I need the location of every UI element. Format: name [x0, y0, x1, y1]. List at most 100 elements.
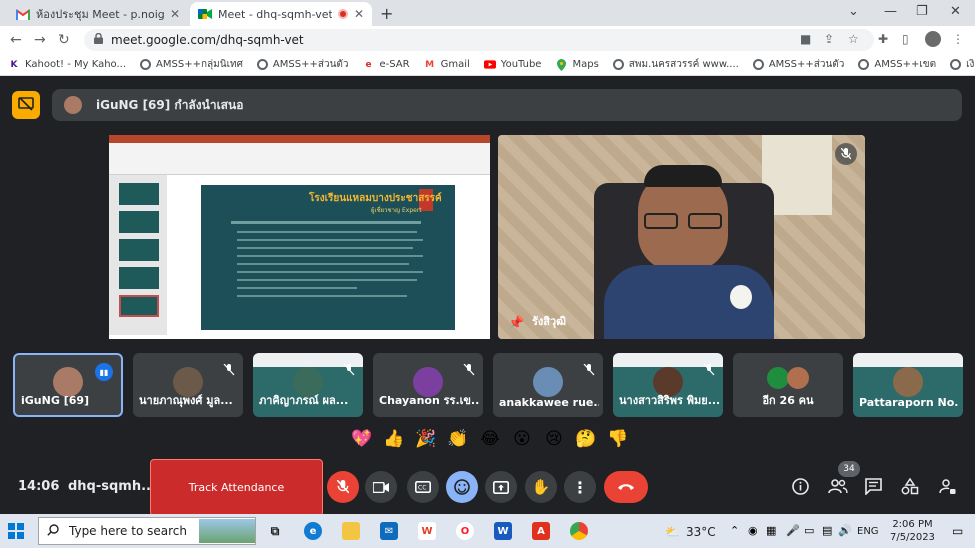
reaction-sparkling-heart[interactable]: 💖: [350, 429, 374, 449]
featured-video-tile[interactable]: 📌 รังสิวุฒิ: [498, 135, 865, 339]
new-tab-button[interactable]: +: [380, 4, 393, 23]
emoji-reactions-button[interactable]: [446, 471, 478, 503]
microphone-icon[interactable]: 🎤: [786, 524, 800, 537]
avatar: [767, 367, 789, 389]
participant-tile[interactable]: ▮▮ iGuNG [69]: [13, 353, 123, 417]
tray-app-icon[interactable]: ▦: [766, 524, 776, 537]
chrome-icon[interactable]: [570, 522, 588, 540]
meeting-code: dhq-sqmh...: [68, 479, 156, 494]
bookmark-maps[interactable]: Maps: [555, 58, 599, 71]
file-explorer-icon[interactable]: [342, 522, 360, 540]
captions-icon: CC: [415, 481, 431, 493]
close-window-button[interactable]: ✕: [950, 4, 961, 19]
more-participants-tile[interactable]: อีก 26 คน: [733, 353, 843, 417]
close-tab-icon[interactable]: ✕: [170, 7, 180, 21]
taskbar-clock[interactable]: 2:06 PM 7/5/2023: [890, 518, 935, 544]
close-tab-icon[interactable]: ✕: [354, 7, 364, 21]
reaction-party[interactable]: 🎉: [414, 429, 438, 449]
slide-canvas: โรงเรียนแหลมบางประชาสรรค์ ผู้เชี่ยวชาญ E…: [201, 185, 455, 330]
opera-icon[interactable]: O: [456, 522, 474, 540]
forward-icon[interactable]: →: [34, 32, 46, 48]
tray-app-icon[interactable]: ◉: [748, 524, 758, 537]
weather-icon: ⛅: [665, 525, 680, 539]
bookmark-esar[interactable]: e e-SAR: [363, 59, 409, 71]
weather-widget[interactable]: ⛅ 33°C: [665, 525, 716, 539]
wps-office-icon[interactable]: W: [418, 522, 436, 540]
reaction-clap[interactable]: 👏: [446, 429, 470, 449]
notifications-icon[interactable]: ▭: [952, 524, 963, 538]
participant-tile[interactable]: นางสาวสิริพร พิมย...: [613, 353, 723, 417]
chat-button[interactable]: [865, 478, 882, 499]
svg-text:CC: CC: [418, 485, 426, 492]
activities-button[interactable]: [901, 477, 919, 499]
participant-tile[interactable]: anakkawee rue...: [493, 353, 603, 417]
menu-icon[interactable]: ⋮: [952, 32, 964, 46]
reaction-sad[interactable]: 😢: [542, 429, 566, 449]
minimize-button[interactable]: —: [884, 4, 897, 19]
restore-button[interactable]: ❐: [916, 4, 928, 19]
captions-button[interactable]: CC: [407, 471, 439, 503]
reaction-laugh[interactable]: 😂: [478, 429, 502, 449]
presenter-avatar: [64, 96, 82, 114]
profile-avatar[interactable]: [925, 31, 941, 47]
present-now-button[interactable]: [485, 471, 517, 503]
participant-tile[interactable]: Chayanon รร.เข...: [373, 353, 483, 417]
reaction-thumbs-up[interactable]: 👍: [382, 429, 406, 449]
word-icon[interactable]: W: [494, 522, 512, 540]
present-screen-icon: [493, 480, 509, 494]
pin-icon[interactable]: 📌: [508, 316, 524, 331]
bookmark-gmail[interactable]: M Gmail: [424, 59, 470, 71]
reaction-surprised[interactable]: 😮: [510, 429, 534, 449]
bookmark-amss-district[interactable]: AMSS++เขต: [858, 57, 936, 72]
bookmark-amss-personal[interactable]: AMSS++ส่วนตัว: [256, 57, 349, 72]
mail-icon[interactable]: ✉: [380, 522, 398, 540]
stop-presenting-button[interactable]: [12, 91, 40, 119]
bookmark-salary[interactable]: เงินเดือน: [950, 57, 975, 72]
leave-call-button[interactable]: [604, 471, 648, 503]
bookmark-kahoot[interactable]: K Kahoot! - My Kaho...: [8, 59, 127, 71]
host-controls-button[interactable]: [939, 478, 956, 499]
bookmark-spm-nakhonsawan[interactable]: สพม.นครสวรรค์ www....: [612, 57, 739, 72]
network-icon[interactable]: ▤: [822, 524, 832, 537]
taskbar-search[interactable]: Type here to search: [38, 517, 256, 545]
globe-icon: [752, 59, 764, 70]
share-icon[interactable]: ⇪: [824, 32, 834, 46]
tab-meet-room[interactable]: ห้องประชุม Meet - p.noigor@gmail.c ✕: [8, 2, 188, 26]
participant-tile[interactable]: ภาคิญาภรณ์ ผล...: [253, 353, 363, 417]
address-bar[interactable]: meet.google.com/dhq-sqmh-vet: [84, 29, 874, 51]
reaction-thinking[interactable]: 🤔: [574, 429, 598, 449]
participant-tile[interactable]: นายภาณุพงศ์ มูล...: [133, 353, 243, 417]
video-camera-icon: [373, 481, 389, 493]
acrobat-icon[interactable]: A: [532, 522, 550, 540]
reload-icon[interactable]: ↻: [58, 32, 70, 48]
camera-in-use-icon[interactable]: ■: [800, 32, 811, 46]
bookmark-amss-supervision[interactable]: AMSS++กลุ่มนิเทศ: [140, 57, 243, 72]
edge-icon[interactable]: e: [304, 522, 322, 540]
bookmark-star-icon[interactable]: ☆: [848, 32, 859, 46]
bookmark-amss-personal-2[interactable]: AMSS++ส่วนตัว: [752, 57, 844, 72]
participant-tile[interactable]: Pattaraporn No...: [853, 353, 963, 417]
more-options-button[interactable]: ⋮: [564, 471, 596, 503]
mic-off-icon: [835, 143, 857, 165]
battery-icon[interactable]: ▭: [804, 524, 814, 537]
extensions-icon[interactable]: ✚: [878, 32, 888, 46]
camera-toggle-button[interactable]: [365, 471, 397, 503]
people-button[interactable]: [828, 478, 848, 498]
tray-overflow-icon[interactable]: ⌃: [730, 524, 739, 537]
task-view-icon[interactable]: ⧉: [266, 522, 284, 540]
side-panel-icon[interactable]: ▯: [902, 32, 909, 46]
raise-hand-button[interactable]: ✋: [525, 471, 557, 503]
track-attendance-button[interactable]: Track Attendance: [150, 459, 323, 516]
tab-meet-active[interactable]: Meet - dhq-sqmh-vet ✕: [190, 2, 372, 26]
bookmark-youtube[interactable]: YouTube: [483, 59, 541, 71]
reaction-thumbs-down[interactable]: 👎: [606, 429, 630, 449]
meeting-details-button[interactable]: [792, 478, 809, 499]
input-language[interactable]: ENG: [857, 526, 879, 537]
start-button[interactable]: [8, 523, 24, 539]
back-icon[interactable]: ←: [10, 32, 22, 48]
volume-icon[interactable]: 🔊: [838, 524, 852, 537]
tab-search-icon[interactable]: ⌄: [848, 4, 859, 19]
mic-toggle-button[interactable]: [327, 471, 359, 503]
shapes-icon: [901, 477, 919, 495]
recording-indicator-icon: [337, 9, 348, 19]
